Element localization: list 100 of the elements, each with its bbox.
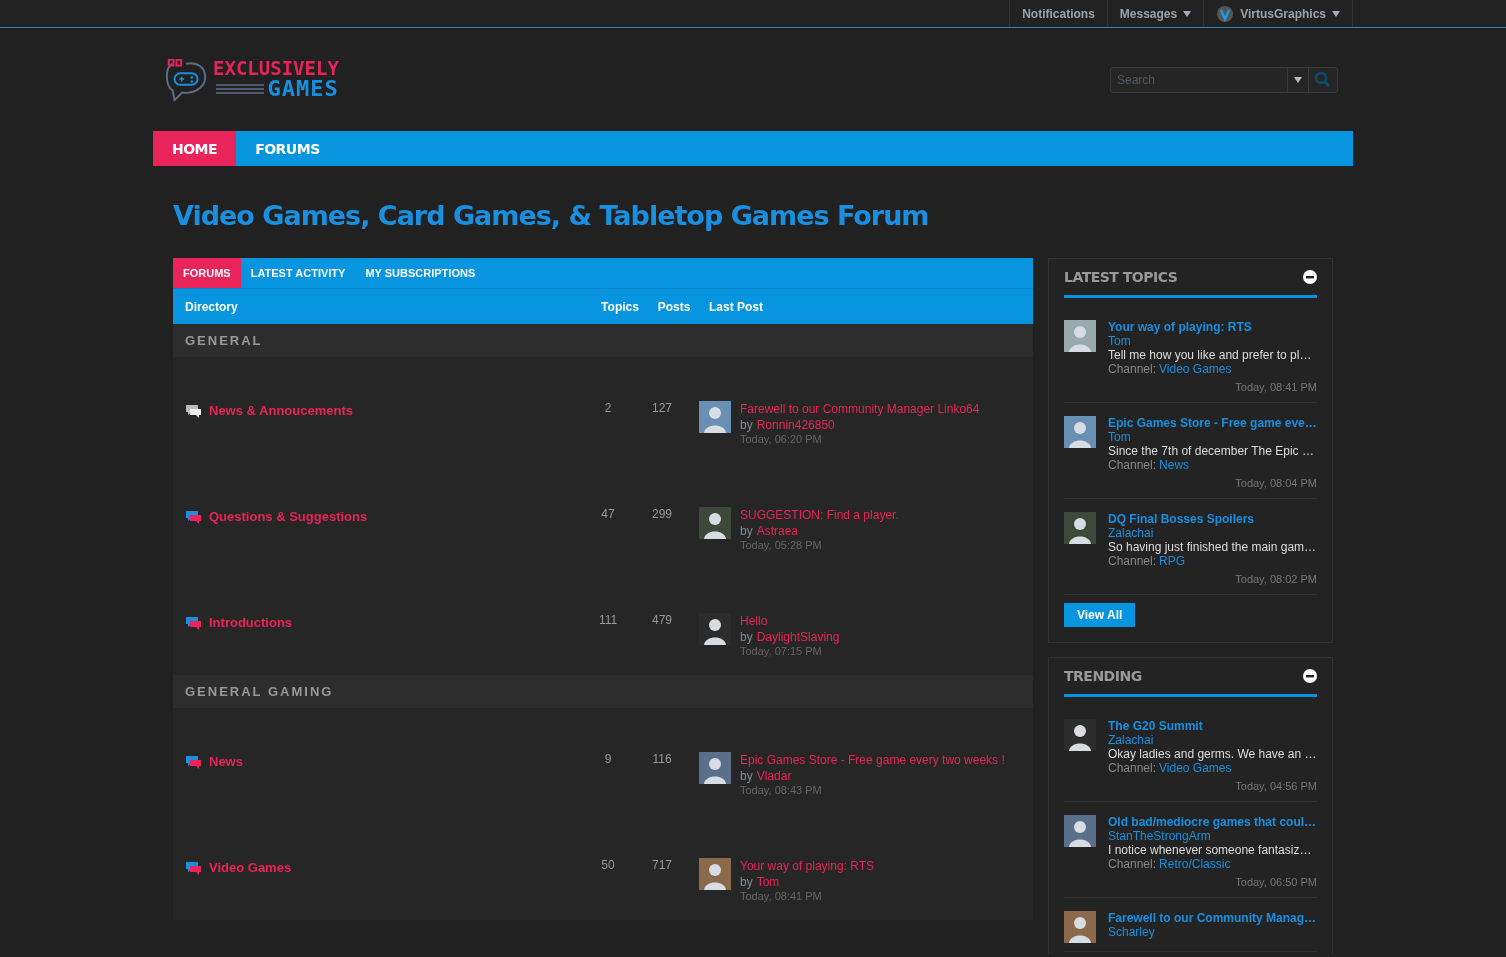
channel-link[interactable]: Retro/Classic	[1159, 857, 1231, 871]
topic-link[interactable]: DQ Final Bosses Spoilers	[1108, 512, 1317, 526]
section-header: GENERAL GAMING	[173, 675, 1033, 708]
top-bar-link[interactable]: Notifications	[1009, 0, 1107, 27]
last-post-link[interactable]: Your way of playing: RTS	[740, 858, 875, 874]
logo-text: EXCLUSIVELY	[213, 59, 339, 78]
top-bar-link[interactable]: VirtusGraphics	[1203, 0, 1353, 27]
topic-link[interactable]: Your way of playing: RTS	[1108, 320, 1317, 334]
topic-excerpt: So having just finished the main gam…	[1108, 540, 1317, 554]
post-count: 717	[651, 858, 673, 872]
logo-text: GAMES	[267, 78, 339, 100]
topic-time: Today, 08:02 PM	[1234, 572, 1317, 586]
topic-count: 111	[597, 613, 619, 627]
forum-link[interactable]: News	[209, 753, 243, 769]
channel-label: Channel:	[1108, 761, 1157, 775]
author-link[interactable]: Zalachai	[1108, 526, 1317, 540]
page-title: Video Games, Card Games, & Tabletop Games Forum	[172, 199, 930, 233]
by-label: by	[740, 417, 753, 433]
author-link[interactable]: DaylightSlaving	[756, 629, 840, 645]
post-time: Today, 08:41 PM	[740, 890, 823, 902]
column-header: Directory	[184, 299, 239, 314]
topic-time: Today, 08:04 PM	[1234, 476, 1317, 490]
channel-label: Channel:	[1108, 554, 1157, 568]
by-label: by	[740, 523, 753, 539]
author-link[interactable]: Zalachai	[1108, 733, 1317, 747]
channel-label: Channel:	[1108, 857, 1157, 871]
by-label: by	[740, 874, 753, 890]
collapse-icon[interactable]	[1303, 669, 1317, 683]
post-time: Today, 08:43 PM	[740, 784, 823, 796]
search-box[interactable]: Search	[1110, 66, 1338, 93]
forum-tab[interactable]: MY SUBSCRIPTIONS	[355, 258, 486, 288]
forum-link[interactable]: News & Annoucements	[209, 402, 353, 418]
post-count: 479	[651, 613, 673, 627]
channel-label: Channel:	[1108, 362, 1157, 376]
avatar-icon[interactable]	[1064, 719, 1096, 751]
by-label: by	[740, 768, 753, 784]
caret-icon	[1183, 10, 1192, 17]
nav-tab[interactable]: HOME	[153, 131, 237, 166]
forum-link[interactable]: Video Games	[209, 859, 292, 875]
forum-link[interactable]: Introductions	[209, 614, 293, 630]
post-count: 127	[651, 401, 673, 415]
forum-tab[interactable]: FORUMS	[173, 258, 241, 288]
widget-title: TRENDING	[1064, 668, 1142, 684]
speed-lines-icon	[215, 84, 264, 94]
topic-excerpt: I notice whenever someone fantasiz…	[1108, 843, 1313, 857]
author-link[interactable]: Tom	[1108, 430, 1317, 444]
channel-link[interactable]: News	[1159, 458, 1190, 472]
channel-link[interactable]: Video Games	[1159, 761, 1232, 775]
topic-count: 47	[600, 507, 616, 521]
collapse-icon[interactable]	[1303, 270, 1317, 284]
topic-time: Today, 06:50 PM	[1234, 875, 1317, 889]
logo[interactable]: EXCLUSIVELY GAMES	[163, 55, 339, 104]
topic-link[interactable]: The G20 Summit	[1108, 719, 1317, 733]
topic-link[interactable]: Old bad/mediocre games that coul…	[1108, 815, 1317, 829]
top-bar-link[interactable]: Messages	[1106, 0, 1204, 27]
author-link[interactable]: Ronnin426850	[756, 417, 835, 433]
topic-count: 9	[603, 752, 613, 766]
last-post-link[interactable]: Hello	[740, 613, 840, 629]
topic-link[interactable]: Epic Games Store - Free game eve…	[1108, 416, 1317, 430]
caret-icon	[1332, 10, 1340, 17]
post-time: Today, 06:20 PM	[740, 433, 823, 445]
channel-link[interactable]: RPG	[1159, 554, 1186, 568]
forum-link[interactable]: Questions & Suggestions	[209, 508, 368, 524]
post-time: Today, 07:15 PM	[740, 645, 823, 657]
author-link[interactable]: Astraea	[756, 523, 799, 539]
column-header: Posts	[656, 299, 692, 314]
post-count: 299	[651, 507, 673, 521]
topic-count: 2	[603, 401, 613, 415]
author-link[interactable]: StanTheStrongArm	[1108, 829, 1317, 843]
column-header: Topics	[600, 299, 640, 314]
nav-tab[interactable]: FORUMS	[236, 131, 339, 166]
section-header: GENERAL	[173, 324, 1033, 357]
last-post-link[interactable]: Farewell to our Community Manager Linko64	[740, 401, 980, 417]
channel-link[interactable]: Video Games	[1159, 362, 1232, 376]
topic-time: Today, 08:41 PM	[1234, 380, 1317, 394]
avatar-icon[interactable]	[699, 507, 731, 539]
topic-time: Today, 04:56 PM	[1234, 779, 1317, 793]
column-header: Last Post	[708, 299, 763, 314]
topic-count: 50	[600, 858, 616, 872]
avatar-icon[interactable]	[1064, 512, 1096, 544]
view-all-button[interactable]: View All	[1064, 603, 1136, 627]
author-link[interactable]: Tom	[756, 874, 780, 890]
topic-excerpt: Since the 7th of december The Epic …	[1108, 444, 1315, 458]
search-field[interactable]: Search	[1111, 68, 1287, 91]
author-link[interactable]: Vladar	[756, 768, 792, 784]
post-time: Today, 05:28 PM	[740, 539, 823, 551]
widget-title: LATEST TOPICS	[1064, 269, 1178, 285]
caret-icon[interactable]	[1294, 76, 1302, 83]
topic-excerpt: Tell me how you like and prefer to pl…	[1108, 348, 1313, 362]
user-avatar-icon	[1216, 4, 1235, 23]
post-count: 116	[651, 752, 673, 766]
avatar-icon[interactable]	[699, 613, 731, 645]
last-post-link[interactable]: SUGGESTION: Find a player.	[740, 507, 899, 523]
last-post-link[interactable]: Epic Games Store - Free game every two weeks !	[740, 752, 1005, 768]
author-link[interactable]: Scharley	[1108, 925, 1317, 939]
forum-tab[interactable]: LATEST ACTIVITY	[240, 258, 356, 288]
topic-excerpt: Okay ladies and germs. We have an …	[1108, 747, 1317, 761]
author-link[interactable]: Tom	[1108, 334, 1317, 348]
by-label: by	[740, 629, 753, 645]
topic-link[interactable]: Farewell to our Community Manag…	[1108, 911, 1317, 925]
